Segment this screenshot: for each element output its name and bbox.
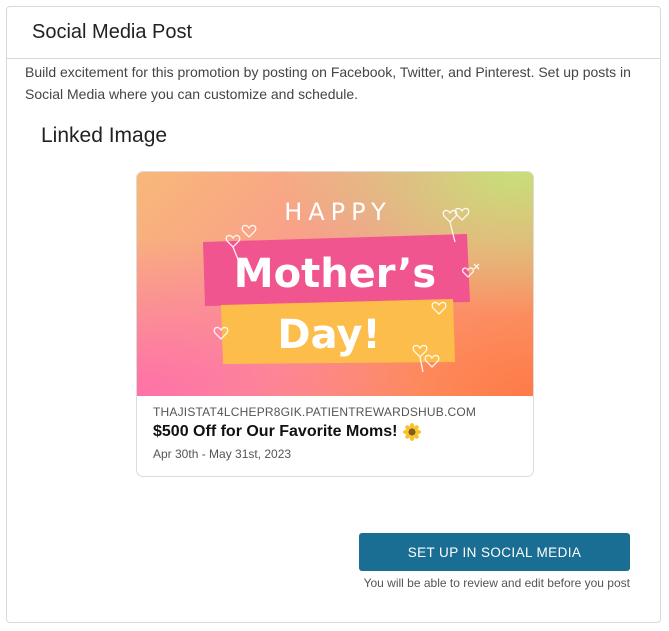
preview-domain: THAJISTAT4LCHEPR8GIK.PATIENTREWARDSHUB.C… bbox=[153, 405, 477, 419]
link-preview-card[interactable]: HAPPY Mother’s Day! THAJISTAT4LCHEPR8GIK… bbox=[136, 171, 534, 477]
preview-meta: THAJISTAT4LCHEPR8GIK.PATIENTREWARDSHUB.C… bbox=[153, 405, 523, 461]
heart-icon bbox=[241, 224, 257, 238]
preview-image: HAPPY Mother’s Day! bbox=[137, 172, 533, 396]
preview-title-text: $500 Off for Our Favorite Moms! bbox=[153, 423, 398, 440]
happy-text: HAPPY bbox=[284, 198, 392, 226]
review-note: You will be able to review and edit befo… bbox=[363, 576, 630, 590]
sunflower-icon bbox=[402, 423, 421, 441]
mothers-day-graphic: HAPPY Mother’s Day! bbox=[203, 198, 480, 373]
preview-dates: Apr 30th - May 31st, 2023 bbox=[153, 447, 292, 461]
preview-title: $500 Off for Our Favorite Moms! bbox=[153, 423, 523, 441]
mothers-text: Mother’s bbox=[234, 251, 436, 297]
card-title: Social Media Post bbox=[32, 21, 193, 43]
day-text: Day! bbox=[277, 312, 380, 358]
card-description: Build excitement for this promotion by p… bbox=[25, 64, 631, 102]
card-header: Social Media Post bbox=[7, 7, 660, 59]
set-up-in-social-media-button[interactable]: SET UP IN SOCIAL MEDIA bbox=[359, 533, 630, 571]
linked-image-heading: Linked Image bbox=[41, 124, 168, 147]
